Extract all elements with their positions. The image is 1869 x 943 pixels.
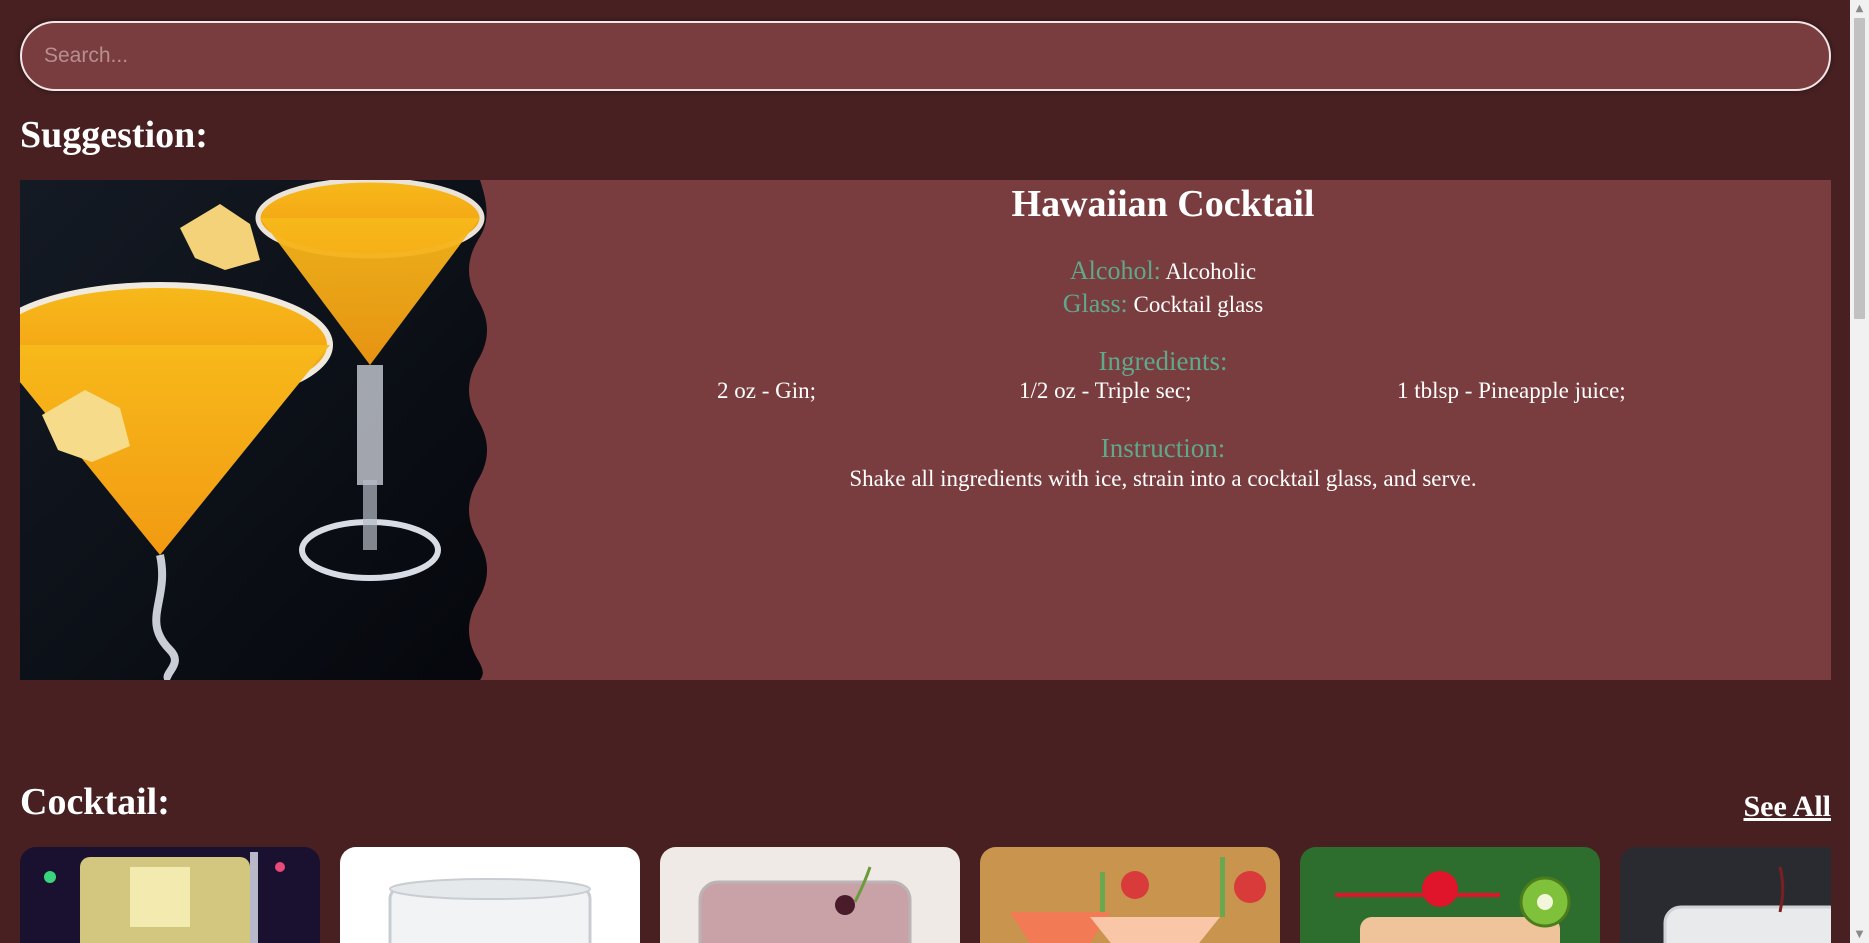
cocktail-thumb-4[interactable]: [980, 847, 1280, 943]
ingredient-item: 1 tblsp - Pineapple juice;: [1397, 378, 1626, 403]
scroll-up-arrow-icon[interactable]: ▲: [1850, 0, 1869, 17]
cocktail-thumb-5[interactable]: [1300, 847, 1600, 943]
scrollbar-thumb[interactable]: [1854, 18, 1865, 319]
alcohol-row: Alcohol: Alcoholic: [495, 256, 1831, 286]
cocktail-thumb-6[interactable]: [1620, 847, 1831, 943]
ingredient-item: 2 oz - Gin;: [717, 378, 817, 403]
see-all-link[interactable]: See All: [1744, 790, 1832, 824]
cocktail-list: [20, 847, 1831, 943]
search-bar: [20, 21, 1831, 91]
cocktail-photo: [20, 180, 495, 680]
instruction-label: Instruction:: [1100, 433, 1226, 463]
cocktail-heading: Cocktail:: [20, 781, 170, 823]
ingredients-list: 2 oz - Gin; 1/2 oz - Triple sec; 1 tblsp…: [495, 378, 1831, 408]
vertical-scrollbar[interactable]: ▲ ▼: [1850, 0, 1869, 943]
page: Suggestion:: [0, 0, 1850, 943]
cocktail-thumb-2[interactable]: [340, 847, 640, 943]
alcohol-label: Alcohol:: [1069, 256, 1161, 285]
search-input[interactable]: [20, 21, 1831, 91]
ingredient-item: 1/2 oz - Triple sec;: [1019, 378, 1192, 403]
ingredients-label: Ingredients:: [1098, 346, 1228, 376]
cocktail-thumb-3[interactable]: [660, 847, 960, 943]
suggestion-heading: Suggestion:: [20, 114, 208, 156]
cocktail-thumb-1[interactable]: [20, 847, 320, 943]
glass-label: Glass:: [1062, 289, 1128, 318]
suggestion-card[interactable]: Hawaiian Cocktail Alcohol: Alcoholic Gla…: [20, 180, 1831, 680]
instruction-text: Shake all ingredients with ice, strain i…: [849, 466, 1477, 491]
glass-value: Cocktail glass: [1133, 292, 1264, 317]
glass-row: Glass: Cocktail glass: [495, 289, 1831, 319]
alcohol-value: Alcoholic: [1165, 259, 1257, 284]
suggestion-details: Hawaiian Cocktail Alcohol: Alcoholic Gla…: [495, 180, 1831, 680]
scroll-down-arrow-icon[interactable]: ▼: [1850, 926, 1869, 943]
drink-name: Hawaiian Cocktail: [1011, 183, 1315, 225]
